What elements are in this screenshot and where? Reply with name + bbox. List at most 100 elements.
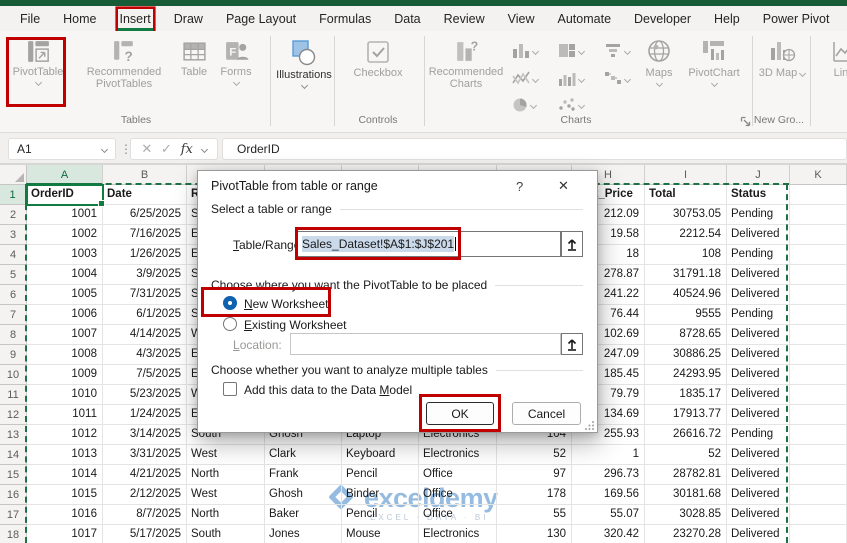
cell-B7[interactable]: 6/1/2025 bbox=[103, 305, 187, 325]
cell-A6[interactable]: 1005 bbox=[27, 285, 103, 305]
cell-I4[interactable]: 108 bbox=[645, 245, 727, 265]
cell-F15[interactable]: Office bbox=[419, 465, 497, 485]
cell-I16[interactable]: 30181.68 bbox=[645, 485, 727, 505]
cell-K7[interactable] bbox=[790, 305, 847, 325]
cell-J13[interactable]: Pending bbox=[727, 425, 790, 445]
tab-automate[interactable]: Automate bbox=[556, 9, 614, 29]
cell-J1[interactable]: Status bbox=[727, 185, 790, 205]
cell-J11[interactable]: Delivered bbox=[727, 385, 790, 405]
cell-A10[interactable]: 1009 bbox=[27, 365, 103, 385]
cell-I17[interactable]: 3028.85 bbox=[645, 505, 727, 525]
cell-G15[interactable]: 97 bbox=[497, 465, 572, 485]
cell-A16[interactable]: 1015 bbox=[27, 485, 103, 505]
cell-F17[interactable]: Office bbox=[419, 505, 497, 525]
cell-I8[interactable]: 8728.65 bbox=[645, 325, 727, 345]
cell-I10[interactable]: 24293.95 bbox=[645, 365, 727, 385]
cell-F14[interactable]: Electronics bbox=[419, 445, 497, 465]
cell-B8[interactable]: 4/14/2025 bbox=[103, 325, 187, 345]
cell-I12[interactable]: 17913.77 bbox=[645, 405, 727, 425]
cell-C18[interactable]: South bbox=[187, 525, 265, 543]
insert-hierarchy-chart-button[interactable] bbox=[558, 43, 586, 58]
cell-G18[interactable]: 130 bbox=[497, 525, 572, 543]
cell-B16[interactable]: 2/12/2025 bbox=[103, 485, 187, 505]
cell-A8[interactable]: 1007 bbox=[27, 325, 103, 345]
cell-B15[interactable]: 4/21/2025 bbox=[103, 465, 187, 485]
tab-data[interactable]: Data bbox=[392, 9, 422, 29]
data-model-checkbox[interactable] bbox=[223, 382, 237, 396]
row-header-16[interactable]: 16 bbox=[0, 485, 27, 505]
forms-button[interactable]: F Forms bbox=[214, 38, 258, 87]
chevron-down-icon[interactable] bbox=[200, 145, 208, 154]
cell-J7[interactable]: Pending bbox=[727, 305, 790, 325]
tab-formulas[interactable]: Formulas bbox=[317, 9, 373, 29]
insert-waterfall-funnel-chart-button[interactable] bbox=[604, 43, 632, 58]
cell-K6[interactable] bbox=[790, 285, 847, 305]
cell-B12[interactable]: 1/24/2025 bbox=[103, 405, 187, 425]
cell-F18[interactable]: Electronics bbox=[419, 525, 497, 543]
cell-D16[interactable]: Ghosh bbox=[265, 485, 342, 505]
cell-B2[interactable]: 6/25/2025 bbox=[103, 205, 187, 225]
cell-A9[interactable]: 1008 bbox=[27, 345, 103, 365]
cell-A12[interactable]: 1011 bbox=[27, 405, 103, 425]
cell-I15[interactable]: 28782.81 bbox=[645, 465, 727, 485]
cell-I6[interactable]: 40524.96 bbox=[645, 285, 727, 305]
cell-K12[interactable] bbox=[790, 405, 847, 425]
pivotchart-button[interactable]: PivotChart bbox=[682, 38, 746, 88]
column-header-K[interactable]: K bbox=[790, 165, 847, 185]
row-header-8[interactable]: 8 bbox=[0, 325, 27, 345]
illustrations-button[interactable]: Illustrations bbox=[274, 38, 334, 90]
cell-D14[interactable]: Clark bbox=[265, 445, 342, 465]
cell-F16[interactable]: Office bbox=[419, 485, 497, 505]
cell-B14[interactable]: 3/31/2025 bbox=[103, 445, 187, 465]
row-header-11[interactable]: 11 bbox=[0, 385, 27, 405]
range-picker-button[interactable] bbox=[561, 231, 583, 257]
column-header-A[interactable]: A bbox=[27, 165, 103, 185]
cell-A5[interactable]: 1004 bbox=[27, 265, 103, 285]
cell-D15[interactable]: Frank bbox=[265, 465, 342, 485]
cell-B10[interactable]: 7/5/2025 bbox=[103, 365, 187, 385]
table-range-input[interactable]: Sales_Dataset!$A$1:$J$201 bbox=[297, 231, 561, 257]
cell-J5[interactable]: Delivered bbox=[727, 265, 790, 285]
cell-E17[interactable]: Pencil bbox=[342, 505, 419, 525]
cell-I18[interactable]: 23270.28 bbox=[645, 525, 727, 543]
cell-H15[interactable]: 296.73 bbox=[572, 465, 645, 485]
cell-K3[interactable] bbox=[790, 225, 847, 245]
cell-J2[interactable]: Pending bbox=[727, 205, 790, 225]
insert-function-icon[interactable]: fx bbox=[181, 142, 193, 157]
cell-J9[interactable]: Delivered bbox=[727, 345, 790, 365]
cell-J3[interactable]: Delivered bbox=[727, 225, 790, 245]
cell-D18[interactable]: Jones bbox=[265, 525, 342, 543]
cell-E16[interactable]: Binder bbox=[342, 485, 419, 505]
cell-C14[interactable]: West bbox=[187, 445, 265, 465]
row-header-2[interactable]: 2 bbox=[0, 205, 27, 225]
table-button[interactable]: Table bbox=[174, 38, 214, 78]
cell-C15[interactable]: North bbox=[187, 465, 265, 485]
cell-H14[interactable]: 1 bbox=[572, 445, 645, 465]
cell-K11[interactable] bbox=[790, 385, 847, 405]
cell-I11[interactable]: 1835.17 bbox=[645, 385, 727, 405]
insert-statistic-chart-button[interactable] bbox=[558, 71, 586, 86]
cell-I5[interactable]: 31791.18 bbox=[645, 265, 727, 285]
tab-help[interactable]: Help bbox=[712, 9, 742, 29]
row-header-15[interactable]: 15 bbox=[0, 465, 27, 485]
cell-J10[interactable]: Delivered bbox=[727, 365, 790, 385]
cell-K1[interactable] bbox=[790, 185, 847, 205]
cell-B17[interactable]: 8/7/2025 bbox=[103, 505, 187, 525]
cell-A18[interactable]: 1017 bbox=[27, 525, 103, 543]
cell-J4[interactable]: Pending bbox=[727, 245, 790, 265]
cell-K8[interactable] bbox=[790, 325, 847, 345]
tab-file[interactable]: File bbox=[18, 9, 42, 29]
cell-J17[interactable]: Delivered bbox=[727, 505, 790, 525]
select-all-corner[interactable] bbox=[0, 165, 27, 185]
cell-A4[interactable]: 1003 bbox=[27, 245, 103, 265]
cell-A7[interactable]: 1006 bbox=[27, 305, 103, 325]
cell-J16[interactable]: Delivered bbox=[727, 485, 790, 505]
row-header-3[interactable]: 3 bbox=[0, 225, 27, 245]
existing-worksheet-radio[interactable] bbox=[223, 317, 237, 331]
tab-developer[interactable]: Developer bbox=[632, 9, 693, 29]
pivottable-button[interactable]: PivotTable bbox=[10, 38, 66, 87]
3d-map-button[interactable]: 3D Map bbox=[758, 38, 807, 79]
cell-A15[interactable]: 1014 bbox=[27, 465, 103, 485]
cell-K13[interactable] bbox=[790, 425, 847, 445]
row-header-10[interactable]: 10 bbox=[0, 365, 27, 385]
